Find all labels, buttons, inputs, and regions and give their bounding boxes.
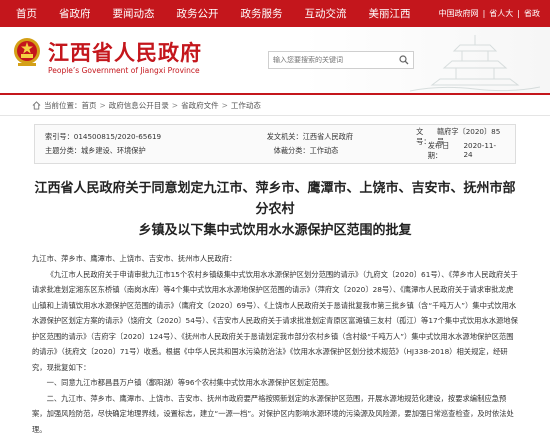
breadcrumb-item-home[interactable]: 首页 xyxy=(82,100,97,111)
link-divider: | xyxy=(517,9,520,18)
breadcrumb-separator: > xyxy=(221,100,228,110)
document-paragraph: 二、九江市、萍乡市、鹰潭市、上饶市、吉安市、抚州市政府要严格按照新划定的水源保护… xyxy=(32,393,514,434)
search-box xyxy=(268,51,414,69)
site-header: 江西省人民政府 People’s Government of Jiangxi P… xyxy=(0,27,550,93)
tengwang-pavilion-illustration xyxy=(409,35,541,92)
breadcrumb-label-position: 当前位置： xyxy=(44,100,82,110)
nav-item-interaction[interactable]: 互动交流 xyxy=(294,6,358,21)
metadata-genre: 体裁分类： 工作动态 xyxy=(273,146,339,155)
document-body: 九江市、萍乡市、鹰潭市、上饶市、吉安市、抚州市人民政府： 《九江市人民政府关于申… xyxy=(32,251,518,437)
nav-external-links: 中国政府网 | 省人大 | 省政 xyxy=(439,0,540,27)
site-title: 江西省人民政府 xyxy=(48,40,202,65)
document-title: 江西省人民政府关于同意划定九江市、萍乡市、鹰潭市、上饶市、吉安市、抚州市部分农村… xyxy=(30,178,520,241)
metadata-topic: 主题分类： 城乡建设、环境保护 xyxy=(45,146,146,155)
nav-item-public-affairs[interactable]: 政务公开 xyxy=(166,6,230,21)
metadata-row: 主题分类： 城乡建设、环境保护 体裁分类： 工作动态 发布日期： 2020-11-24 xyxy=(45,141,505,160)
site-subtitle: People’s Government of Jiangxi Province xyxy=(48,66,200,75)
breadcrumb-item-catalog[interactable]: 政府信息公开目录 xyxy=(109,100,169,111)
link-provincial-congress[interactable]: 省人大 xyxy=(489,8,513,19)
link-central-gov[interactable]: 中国政府网 xyxy=(439,8,479,19)
nav-item-government[interactable]: 省政府 xyxy=(48,6,102,21)
nav-item-news[interactable]: 要闻动态 xyxy=(102,6,166,21)
link-divider: | xyxy=(482,9,486,18)
nav-item-beautiful-jiangxi[interactable]: 美丽江西 xyxy=(358,6,422,21)
breadcrumb-item-docs[interactable]: 省政府文件 xyxy=(181,100,219,111)
breadcrumb: 当前位置： 首页 > 政府信息公开目录 > 省政府文件 > 工作动态 xyxy=(0,95,550,116)
link-provincial-cppcc[interactable]: 省政 xyxy=(524,8,540,19)
document-addressee: 九江市、萍乡市、鹰潭市、上饶市、吉安市、抚州市人民政府： xyxy=(32,254,237,263)
breadcrumb-separator: > xyxy=(171,100,179,110)
nav-item-home[interactable]: 首页 xyxy=(0,6,48,21)
document-paragraph: 《九江市人民政府关于申请审批九江市15个农村乡镇级集中式饮用水水源保护区划分范围… xyxy=(32,269,518,372)
breadcrumb-item-current[interactable]: 工作动态 xyxy=(231,100,261,111)
nav-item-services[interactable]: 政务服务 xyxy=(230,6,294,21)
search-input[interactable] xyxy=(269,53,396,67)
home-icon xyxy=(32,100,41,110)
metadata-index: 索引号： 014500815/2020-65619 xyxy=(45,132,162,141)
top-nav-bar: 首页 省政府 要闻动态 政务公开 政务服务 互动交流 美丽江西 中国政府网 | … xyxy=(0,0,550,27)
national-emblem-icon xyxy=(14,38,40,66)
document-paragraph: 一、同意九江市都昌县万户镇（鄱阳湖）等96个农村集中式饮用水水源保护区划定范围。 xyxy=(46,378,334,387)
document-title-line: 江西省人民政府关于同意划定九江市、萍乡市、鹰潭市、上饶市、吉安市、抚州市部分农村 xyxy=(34,181,516,217)
document-title-line: 乡镇及以下集中式饮用水水源保护区范围的批复 xyxy=(138,223,412,238)
metadata-publish-date: 发布日期： 2020-11-24 xyxy=(427,141,497,160)
metadata-issuer: 发文机关： 江西省人民政府 xyxy=(266,132,354,141)
document-metadata-panel: 索引号： 014500815/2020-65619 发文机关： 江西省人民政府 文号… xyxy=(34,124,516,164)
breadcrumb-separator: > xyxy=(99,100,106,110)
